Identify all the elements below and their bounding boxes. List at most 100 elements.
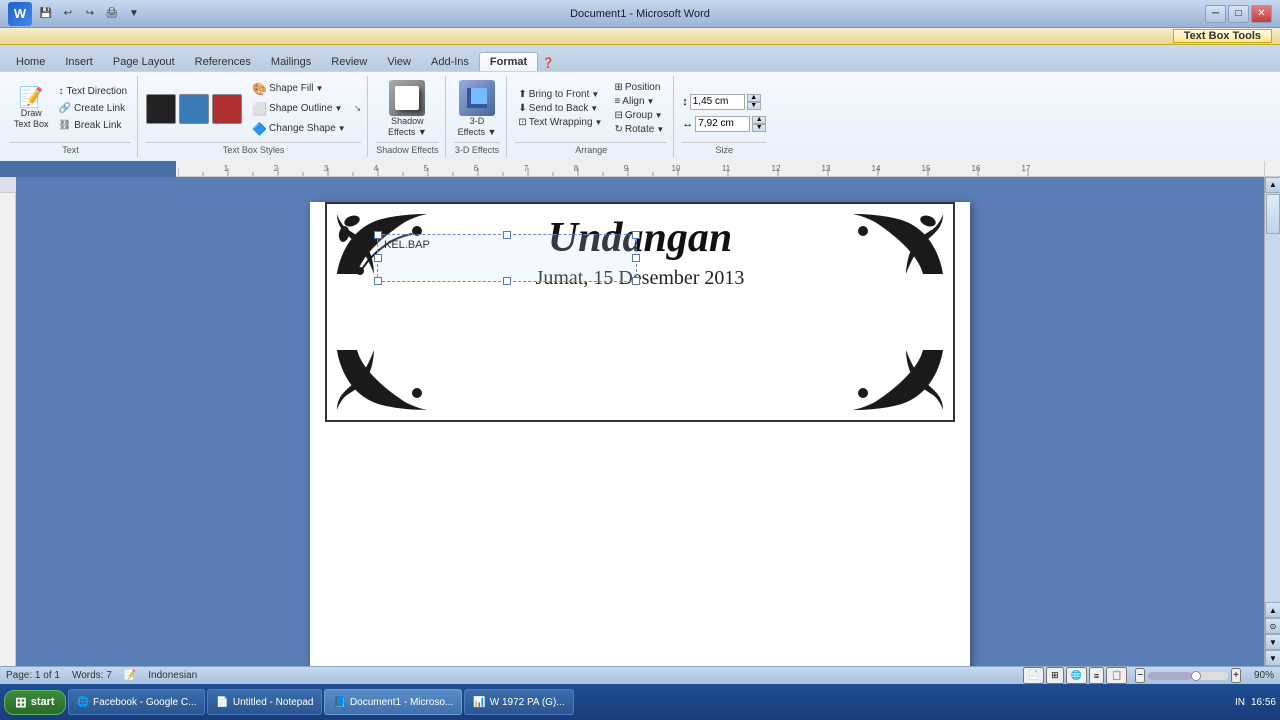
print-btn[interactable]: 🖨 <box>102 5 122 23</box>
rotate-btn[interactable]: ↻ Rotate ▼ <box>611 123 667 136</box>
document-area: KEL.BAP Undangan Jumat, 15 Desember 2013 <box>0 177 1280 666</box>
print-layout-btn[interactable]: 📄 <box>1023 667 1044 684</box>
width-down[interactable]: ▼ <box>752 124 766 132</box>
ribbon-panel: 📝 DrawText Box ↕ Text Direction 🔗 Create… <box>0 71 1280 161</box>
language-status[interactable]: Indonesian <box>148 670 197 681</box>
textbox-styles-expand[interactable]: ↘ <box>354 103 362 114</box>
scroll-track[interactable] <box>1265 193 1280 602</box>
height-down[interactable]: ▼ <box>747 102 761 110</box>
tab-view[interactable]: View <box>377 53 421 71</box>
handle-bl[interactable] <box>374 277 382 285</box>
shape-outline-btn[interactable]: ⬜ Shape Outline ▼ <box>248 100 350 118</box>
tab-home[interactable]: Home <box>6 53 55 71</box>
align-btn[interactable]: ≡ Align ▼ <box>611 95 667 108</box>
scroll-up-btn[interactable]: ▲ <box>1265 177 1280 193</box>
page-status: Page: 1 of 1 <box>6 670 60 681</box>
height-up[interactable]: ▲ <box>747 94 761 102</box>
scroll-down-btn[interactable]: ▼ <box>1265 650 1280 666</box>
width-input-row: ↔ ▲ ▼ <box>682 116 766 132</box>
draft-btn[interactable]: 📋 <box>1106 667 1127 684</box>
change-shape-btn[interactable]: 🔷 Change Shape ▼ <box>248 120 350 138</box>
tab-page-layout[interactable]: Page Layout <box>103 53 185 71</box>
taskbar-facebook[interactable]: 🌐 Facebook - Google C... <box>68 689 206 715</box>
group-btn[interactable]: ⊟ Group ▼ <box>611 109 667 122</box>
3d-effects-btn[interactable]: 3-DEffects ▼ <box>454 78 501 140</box>
save-btn[interactable]: 💾 <box>36 5 56 23</box>
height-icon: ↕ <box>682 96 688 108</box>
swatch-red[interactable] <box>212 94 242 124</box>
handle-mr[interactable] <box>632 254 640 262</box>
handle-tl[interactable] <box>374 231 382 239</box>
text-wrapping-btn[interactable]: ⊡ Text Wrapping ▼ <box>515 116 605 129</box>
swatch-black[interactable] <box>146 94 176 124</box>
scroll-thumb[interactable] <box>1266 194 1280 234</box>
quick-access-toolbar: 💾 ↩ ↪ 🖨 ▼ <box>36 5 144 23</box>
taskbar-notepad[interactable]: 📄 Untitled - Notepad <box>207 689 322 715</box>
zoom-slider[interactable] <box>1148 672 1228 680</box>
create-link-btn[interactable]: 🔗 Create Link <box>55 101 132 116</box>
ribbon-group-3d: 3-DEffects ▼ 3-D Effects <box>448 76 508 157</box>
taskbar-systray: IN 16:56 <box>1235 697 1276 708</box>
help-icon[interactable]: ❓ <box>542 58 554 71</box>
zoom-level[interactable]: 90% <box>1244 670 1274 681</box>
tab-addins[interactable]: Add-Ins <box>421 53 479 71</box>
handle-ml[interactable] <box>374 254 382 262</box>
scroll-prev-page[interactable]: ▲ <box>1265 602 1280 618</box>
tab-mailings[interactable]: Mailings <box>261 53 321 71</box>
shadow-effects-btn[interactable]: ShadowEffects ▼ <box>384 78 431 140</box>
minimize-btn[interactable]: ─ <box>1205 5 1226 23</box>
text-direction-btn[interactable]: ↕ Text Direction <box>55 84 132 99</box>
height-input[interactable] <box>690 94 745 110</box>
zoom-in-btn[interactable]: + <box>1231 668 1241 683</box>
window-controls: ─ □ ✕ <box>1205 5 1272 23</box>
clock: 16:56 <box>1251 697 1276 708</box>
handle-tr[interactable] <box>632 231 640 239</box>
tab-review[interactable]: Review <box>321 53 377 71</box>
width-icon: ↔ <box>682 118 693 130</box>
spell-icon[interactable]: 📝 <box>124 670 136 681</box>
selected-textbox[interactable]: KEL.BAP <box>377 234 637 282</box>
text-wrap-label: Text Wrapping <box>529 117 593 128</box>
taskbar: ⊞ start 🌐 Facebook - Google C... 📄 Untit… <box>0 684 1280 720</box>
zoom-out-btn[interactable]: − <box>1135 668 1145 683</box>
full-screen-btn[interactable]: ⊞ <box>1046 667 1064 684</box>
3d-effects-icon <box>459 80 495 116</box>
handle-br[interactable] <box>632 277 640 285</box>
rotate-icon: ↻ <box>614 124 622 135</box>
scroll-select-obj[interactable]: ⊙ <box>1265 618 1280 634</box>
taskbar-extra[interactable]: 📊 W 1972 PA (G)... <box>464 689 573 715</box>
close-btn[interactable]: ✕ <box>1251 5 1272 23</box>
handle-bc[interactable] <box>503 277 511 285</box>
doc-scroll-area[interactable]: KEL.BAP Undangan Jumat, 15 Desember 2013 <box>16 177 1264 666</box>
bring-to-front-btn[interactable]: ⬆ Bring to Front ▼ <box>515 88 605 101</box>
redo-btn[interactable]: ↪ <box>80 5 100 23</box>
zoom-thumb[interactable] <box>1191 671 1201 681</box>
break-link-btn[interactable]: ⛓ Break Link <box>55 118 132 133</box>
web-layout-btn[interactable]: 🌐 <box>1066 667 1087 684</box>
word-logo[interactable]: W <box>8 2 32 26</box>
taskbar-notepad-icon: 📄 <box>216 697 228 708</box>
ribbon-group-size: ↕ ▲ ▼ ↔ ▲ ▼ <box>676 76 772 157</box>
shape-outline-label: Shape Outline <box>269 103 332 114</box>
width-input[interactable] <box>695 116 750 132</box>
group-label: Group <box>625 110 653 121</box>
outline-btn[interactable]: ≡ <box>1089 667 1104 684</box>
width-up[interactable]: ▲ <box>752 116 766 124</box>
swatch-blue[interactable] <box>179 94 209 124</box>
position-btn[interactable]: ⊞ Position <box>611 81 667 94</box>
svg-text:7: 7 <box>524 164 529 173</box>
word-count: Words: 7 <box>72 670 112 681</box>
scroll-next-page[interactable]: ▼ <box>1265 634 1280 650</box>
tab-format[interactable]: Format <box>479 52 538 71</box>
tab-insert[interactable]: Insert <box>55 53 103 71</box>
tab-references[interactable]: References <box>185 53 261 71</box>
shape-fill-btn[interactable]: 🎨 Shape Fill ▼ <box>248 80 350 98</box>
start-button[interactable]: ⊞ start <box>4 690 66 715</box>
taskbar-word[interactable]: 📘 Document1 - Microso... <box>324 689 462 715</box>
draw-textbox-btn[interactable]: 📝 DrawText Box <box>10 86 53 132</box>
more-btn[interactable]: ▼ <box>124 5 144 23</box>
send-to-back-btn[interactable]: ⬇ Send to Back ▼ <box>515 102 605 115</box>
undo-btn[interactable]: ↩ <box>58 5 78 23</box>
maximize-btn[interactable]: □ <box>1228 5 1249 23</box>
handle-tc[interactable] <box>503 231 511 239</box>
